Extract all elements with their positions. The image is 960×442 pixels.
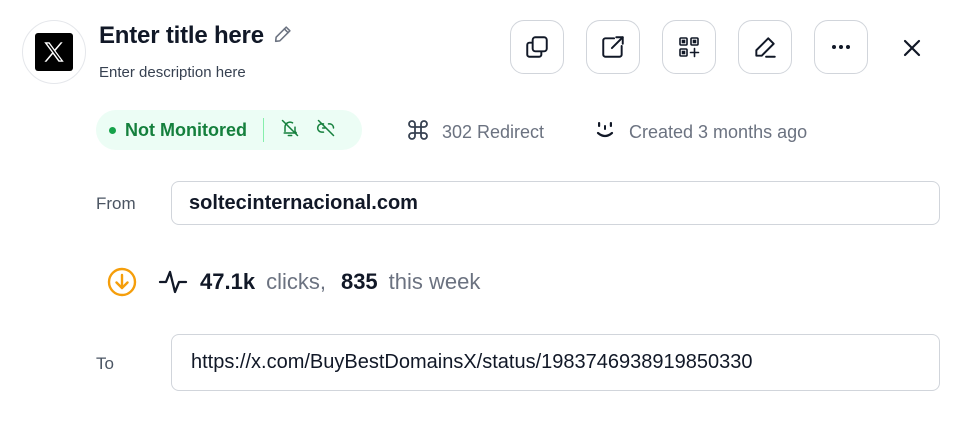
command-icon [406,118,430,147]
destination-url: https://x.com/BuyBestDomainsX/status/198… [191,351,753,373]
pencil-icon [755,37,776,58]
redirect-type: 302 Redirect [406,118,544,147]
from-field[interactable]: soltecinternacional.com [171,181,940,225]
qr-code-icon [679,37,700,58]
link-description[interactable]: Enter description here [99,64,246,81]
edit-button[interactable] [738,20,792,74]
ellipsis-icon [832,45,850,49]
copy-icon [526,36,548,58]
click-stats: 47.1k clicks, 835 this week [106,266,480,298]
bell-off-icon[interactable] [280,118,300,143]
from-domain: soltecinternacional.com [189,191,418,214]
to-field[interactable]: https://x.com/BuyBestDomainsX/status/198… [171,334,940,391]
created-label: Created 3 months ago [629,122,808,142]
week-label: this week [388,269,481,294]
from-label: From [96,194,136,213]
pencil-icon[interactable] [272,23,294,50]
created-info: Created 3 months ago [593,118,807,147]
creator-face-icon [593,118,617,147]
clicks-label: clicks, [266,269,326,294]
x-logo-icon [35,33,73,71]
close-icon [903,39,921,57]
close-button[interactable] [896,32,928,64]
toolbar [510,20,868,74]
divider [262,118,264,142]
status-label: Not Monitored [125,119,247,140]
arrow-down-circle-icon[interactable] [106,266,138,298]
link-off-icon[interactable] [316,118,336,143]
activity-icon [158,267,188,297]
link-avatar [22,20,86,84]
title-row: Enter title here [99,22,294,50]
monitoring-status-badge: Not Monitored [96,110,362,150]
external-link-icon [602,36,624,58]
to-label: To [96,354,114,373]
open-external-button[interactable] [586,20,640,74]
redirect-label: 302 Redirect [442,122,545,142]
qr-code-button[interactable] [662,20,716,74]
copy-button[interactable] [510,20,564,74]
week-clicks: 835 [340,269,378,294]
link-title[interactable]: Enter title here [99,22,264,50]
more-options-button[interactable] [814,20,868,74]
status-dot [109,126,116,134]
total-clicks: 47.1k [200,269,256,294]
